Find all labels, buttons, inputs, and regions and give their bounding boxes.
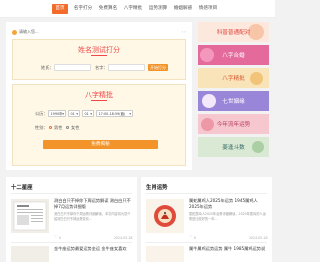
- name-test-title: 姓名测试打分: [78, 46, 120, 54]
- banner-label: 姜逢斗数: [222, 145, 245, 151]
- article-thumbnail[interactable]: [11, 199, 49, 233]
- notice-text: 请输入您...: [19, 29, 39, 34]
- animal-section: 生肖运势 属蛇属鸡人2025年运势 1945属鸡人2025年运势 属蛇属鸡人20…: [141, 177, 272, 262]
- newspaper-thumbnail-icon: [13, 201, 47, 231]
- title-underline: [91, 100, 107, 102]
- nav-item-marriage[interactable]: 婚姻解惑: [172, 4, 194, 14]
- banner-year-fortune[interactable]: 今年流年运势: [198, 114, 269, 134]
- day-select[interactable]: 01: [82, 110, 94, 117]
- start-score-button[interactable]: 开始打分: [148, 64, 168, 71]
- main-card: 请输入您... ‹ › 姓名测试打分 姓氏： 名字： 开始打分 八字精批 公历：…: [6, 22, 192, 170]
- surname-label: 姓氏：: [41, 65, 54, 70]
- section-divider: [11, 193, 132, 194]
- section-divider: [146, 193, 267, 194]
- year-select[interactable]: 1990年: [48, 110, 66, 117]
- article-title[interactable]: 属牛属鸡运势运势 属牛 1985属鸡运势说: [189, 246, 267, 252]
- article-likes: 0: [59, 235, 62, 240]
- nav-item-free-naming[interactable]: 免费算名: [97, 4, 119, 14]
- banner-seven-lives[interactable]: 七世姻缘: [198, 91, 269, 111]
- banner-label: 今年流年运势: [216, 122, 251, 128]
- gender-label: 性别：: [35, 125, 48, 130]
- bazi-panel: 八字精批 公历： 1990年 01 01 17:00-18:59(酉) 性别： …: [12, 84, 186, 166]
- given-name-input[interactable]: [108, 64, 145, 71]
- notice-bar: 请输入您... ‹ ›: [12, 27, 186, 37]
- article-likes: 0: [194, 235, 197, 240]
- banner-label: 八字精批: [222, 76, 245, 82]
- birth-label: 公历：: [35, 111, 48, 116]
- article-title[interactable]: 金牛座运势最爱运势金运 金牛座女喜欢: [54, 246, 132, 252]
- section-title: 生肖运势: [146, 185, 168, 191]
- top-nav: 首页 名字打分 免费算名 八字精批 运势测算 婚姻解惑 情感项目: [0, 0, 275, 18]
- banner-bazi-marriage[interactable]: 八字合婚: [198, 45, 269, 65]
- male-label: 男性: [54, 125, 63, 130]
- bazi-title: 八字精批: [85, 91, 113, 99]
- like-icon[interactable]: ♡: [54, 235, 58, 239]
- free-reveal-button[interactable]: 免费揭秘: [43, 140, 158, 149]
- article-date: 2024-05-28: [114, 235, 133, 240]
- section-title: 十二星座: [11, 185, 33, 191]
- nav-item-fortune[interactable]: 运势测算: [147, 4, 169, 14]
- banner-ziwei[interactable]: 姜逢斗数: [198, 137, 269, 157]
- female-radio[interactable]: [66, 125, 70, 129]
- notice-arrows-icon[interactable]: ‹ ›: [182, 27, 186, 37]
- nav-item-emotion[interactable]: 情感项目: [197, 4, 219, 14]
- banner-label: 七世姻缘: [222, 99, 245, 105]
- banner-pairing[interactable]: 科普普通配对: [198, 22, 269, 42]
- zodiac-section: 十二星座 测白白只不掉你下周运势解读 测白白只不掉7月运势详细版 测白白只不掉你…: [6, 177, 137, 262]
- article-thumbnail[interactable]: [146, 246, 184, 262]
- month-select[interactable]: 01: [68, 110, 80, 117]
- male-radio[interactable]: [49, 125, 53, 129]
- surname-input[interactable]: [54, 64, 91, 71]
- article-desc: 属蛇属鸡人2025年运势详细解读，2025年属鸡的人运势是比较好的一年...: [189, 212, 266, 221]
- nav-item-home[interactable]: 首页: [52, 4, 68, 14]
- banner-label: 八字合婚: [222, 53, 245, 59]
- given-name-label: 名字：: [95, 65, 108, 70]
- article-divider: [11, 242, 132, 243]
- article-title[interactable]: 测白白只不掉你下周运势解读 测白白只不掉7月运势详细版: [54, 198, 132, 210]
- nav-item-name-score[interactable]: 名字打分: [72, 4, 94, 14]
- female-label: 女性: [71, 125, 80, 130]
- bell-icon: [12, 29, 17, 35]
- article-thumbnail[interactable]: [11, 246, 49, 262]
- banner-bazi-reading[interactable]: 八字精批: [198, 68, 269, 88]
- article-thumbnail[interactable]: [146, 199, 184, 233]
- like-icon[interactable]: ♡: [189, 235, 193, 239]
- article-title[interactable]: 属蛇属鸡人2025年运势 1945属鸡人2025年运势: [189, 198, 267, 210]
- name-test-panel: 姓名测试打分 姓氏： 名字： 开始打分: [12, 39, 186, 80]
- title-underline: [91, 55, 107, 57]
- nav-item-bazi[interactable]: 八字精批: [122, 4, 144, 14]
- rooster-icon: [154, 205, 176, 227]
- article-desc: 测白白只不掉你下周运势详细解读，本次内容将为您介绍测白白只不掉运势变化...: [54, 212, 131, 221]
- article-divider: [146, 242, 267, 243]
- hour-select[interactable]: 17:00-18:59(酉): [96, 110, 133, 117]
- article-date: 2024-05-28: [249, 235, 268, 240]
- banner-label: 科普普通配对: [216, 30, 251, 36]
